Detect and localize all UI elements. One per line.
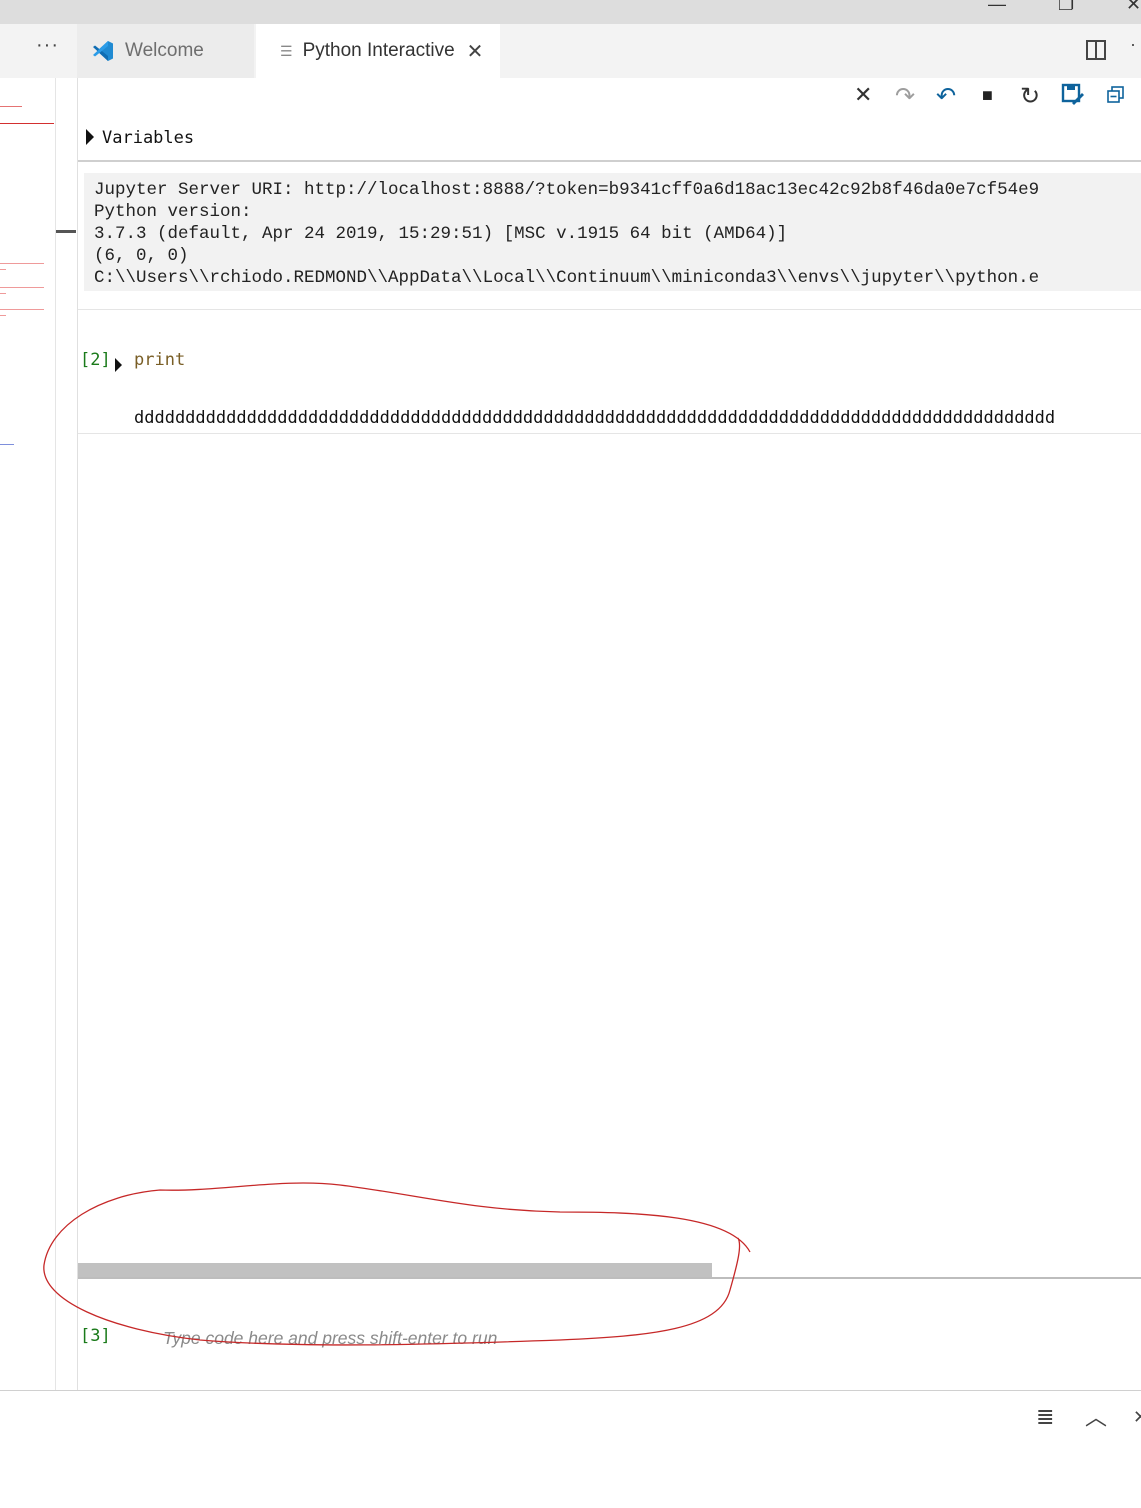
clear-all-icon[interactable]: ✕ [854, 82, 872, 108]
restore-icon[interactable]: ❐ [1058, 0, 1074, 15]
code-input[interactable]: Type code here and press shift-enter to … [163, 1328, 497, 1349]
collapse-cell-icon[interactable] [115, 358, 122, 372]
version-tuple-line: (6, 0, 0) [94, 246, 189, 266]
minimize-icon[interactable]: — [988, 0, 1006, 15]
python-path-line: C:\\Users\\rchiodo.REDMOND\\AppData\\Loc… [94, 268, 1040, 288]
cell-code[interactable]: print [134, 350, 185, 370]
panel-close-icon[interactable]: ✕ [1133, 1407, 1141, 1428]
input-execution-count: [3] [80, 1326, 111, 1346]
server-uri-line: Jupyter Server URI: http://localhost:888… [94, 180, 1040, 200]
tab-welcome[interactable]: Welcome [77, 24, 254, 78]
chevron-up-icon[interactable]: ︿ [1085, 1400, 1107, 1432]
sys-info-text: Jupyter Server URI: http://localhost:888… [94, 179, 1141, 289]
input-divider [78, 1277, 1141, 1279]
overflow-icon[interactable]: · [1130, 34, 1136, 55]
minimap[interactable] [0, 78, 55, 1390]
gutter [56, 78, 77, 1390]
undo-icon[interactable]: ↶ [936, 82, 956, 111]
export-icon[interactable] [1061, 83, 1085, 107]
title-bar: — ❐ ✕ [0, 0, 1141, 24]
redo-icon[interactable]: ↷ [895, 82, 915, 111]
split-editor-icon[interactable] [1086, 40, 1106, 60]
content-divider [77, 78, 78, 1390]
collapse-all-icon[interactable] [1106, 85, 1126, 105]
interrupt-icon[interactable]: ■ [982, 85, 993, 106]
scroll-position-marker [56, 230, 76, 233]
more-actions-icon[interactable]: ··· [36, 34, 59, 57]
expand-triangle-icon [86, 129, 94, 145]
tab-python-interactive[interactable]: ☰ Python Interactive ✕ [256, 24, 500, 78]
panel-divider [0, 1390, 1141, 1391]
document-icon: ☰ [280, 42, 293, 59]
cell-divider [78, 433, 1141, 434]
tab-welcome-label: Welcome [125, 40, 204, 61]
restart-icon[interactable]: ↻ [1020, 82, 1040, 111]
variables-divider [78, 160, 1141, 162]
variables-toggle[interactable]: Variables [86, 128, 194, 148]
python-version-line: 3.7.3 (default, Apr 24 2019, 15:29:51) [… [94, 224, 788, 244]
sys-info-cell: Jupyter Server URI: http://localhost:888… [84, 173, 1141, 291]
horizontal-scrollbar[interactable] [78, 1263, 712, 1278]
execution-count: [2] [80, 350, 111, 370]
window-close-icon[interactable]: ✕ [1126, 0, 1141, 15]
clear-output-icon[interactable]: ≣ [1036, 1404, 1054, 1430]
vscode-logo-icon [93, 41, 113, 61]
cell-divider [78, 309, 1141, 310]
tab-python-interactive-label: Python Interactive [302, 40, 455, 61]
tab-bar: ··· Welcome ☰ Python Interactive ✕ · [0, 24, 1141, 78]
python-version-label: Python version: [94, 202, 252, 222]
tab-close-icon[interactable]: ✕ [467, 39, 484, 64]
cell-output: dddddddddddddddddddddddddddddddddddddddd… [134, 408, 1056, 428]
variables-label: Variables [102, 128, 195, 148]
